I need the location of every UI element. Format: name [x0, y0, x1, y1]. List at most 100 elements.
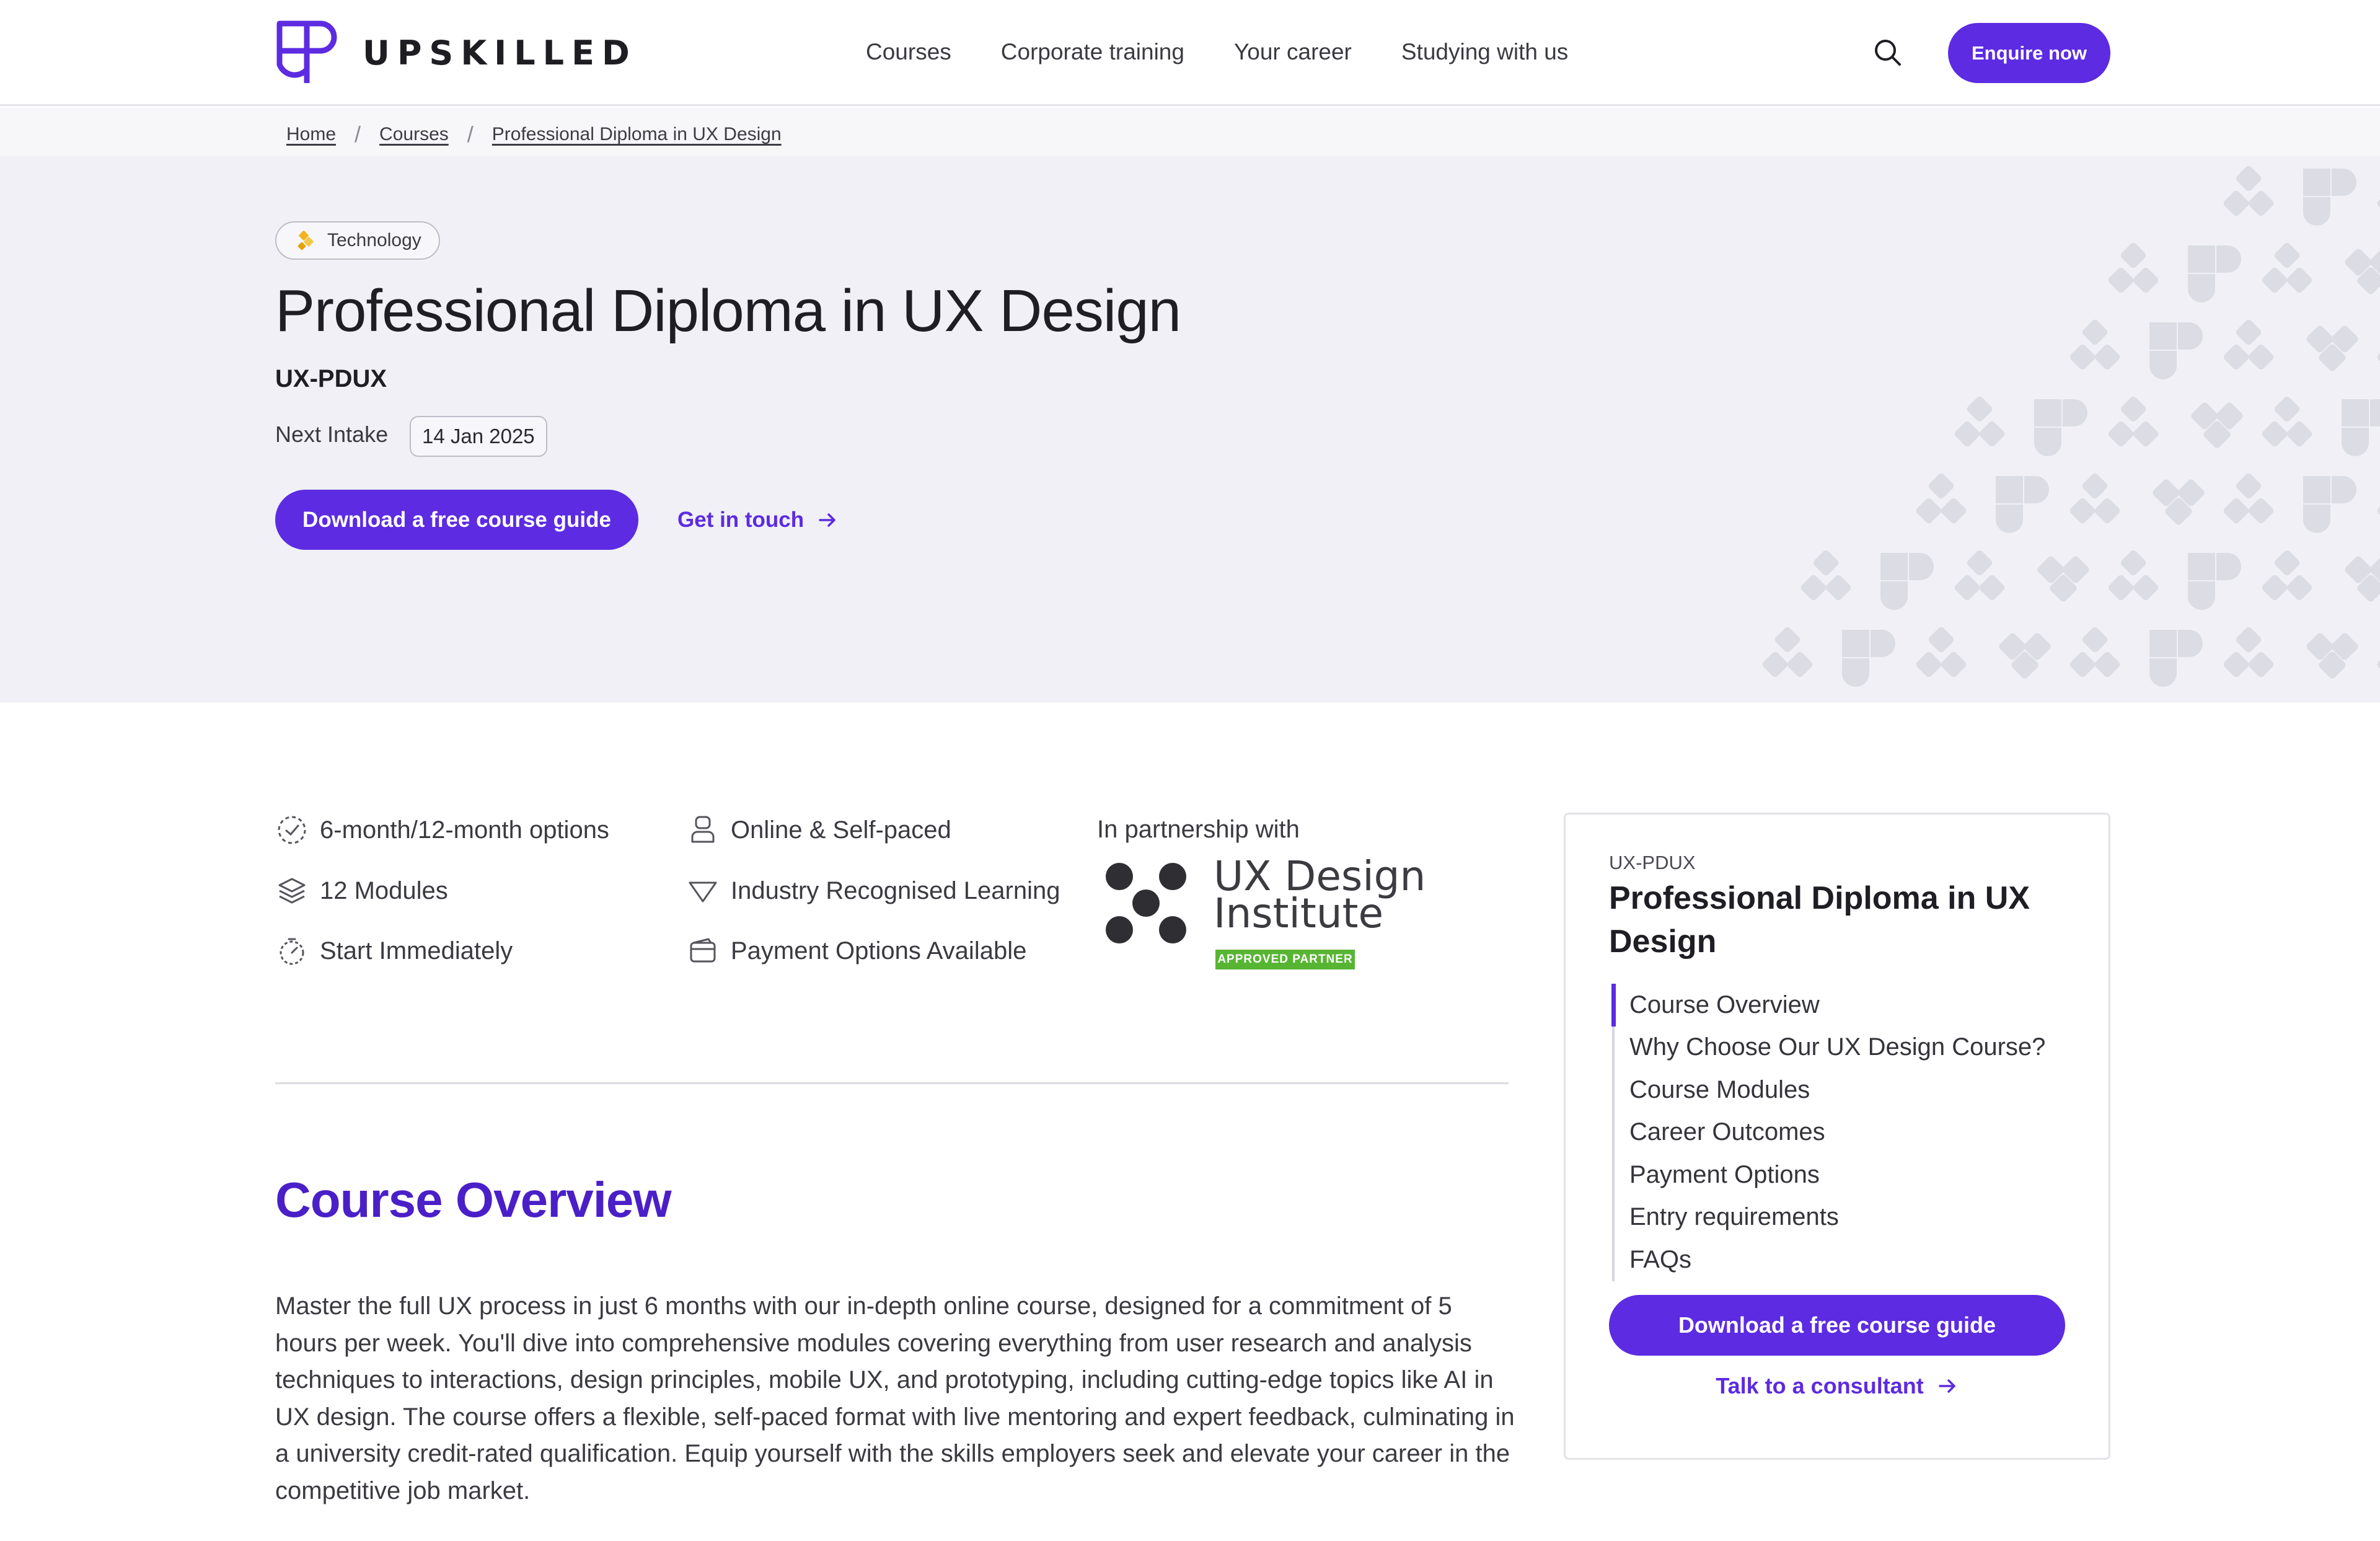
pattern-shape [2262, 396, 2312, 447]
pattern-shape [2034, 399, 2087, 457]
pattern-shape [1996, 476, 2049, 534]
pattern-shape [2149, 322, 2203, 380]
pattern-shape [2377, 344, 2380, 370]
upskilled-logo-icon [276, 20, 337, 83]
card-course-title: Professional Diploma in UX Design [1609, 880, 2030, 960]
card-course-code: UX-PDUX [1609, 852, 1696, 873]
pattern-shape [2108, 550, 2159, 601]
main-nav: Courses Corporate training Your career S… [866, 33, 1618, 71]
pattern-shape [2345, 249, 2380, 294]
technology-icon [298, 231, 314, 250]
arrow-right-icon [1938, 1379, 1955, 1393]
feature-payment: Payment Options Available [686, 934, 1026, 968]
course-code: UX-PDUX [275, 365, 387, 392]
pattern-shape [1954, 396, 2005, 447]
online-learner-icon [691, 816, 715, 843]
page-title: Professional Diploma in UX Design [275, 278, 1181, 344]
get-in-touch-link[interactable]: Get in touch [677, 505, 839, 536]
upskilled-logo[interactable]: UPSKILLED [275, 20, 637, 86]
pattern-shape [2377, 190, 2380, 216]
decorative-pattern [1762, 166, 2380, 687]
pattern-shape [2377, 498, 2380, 524]
toc-item-why-choose[interactable]: Why Choose Our UX Design Course? [1615, 1027, 2083, 1069]
timer-icon [280, 938, 304, 965]
shield-icon [689, 881, 717, 903]
pattern-shape [2342, 399, 2380, 457]
partner-name: UX Design Institute [1214, 856, 1426, 937]
toc-item-career-outcomes[interactable]: Career Outcomes [1615, 1111, 2083, 1154]
pattern-shape [2306, 633, 2358, 679]
nav-item-corporate-training[interactable]: Corporate training [1001, 39, 1184, 65]
pattern-shape [2188, 553, 2241, 611]
section-divider [275, 1082, 1509, 1084]
wallet-icon [690, 938, 716, 963]
brand-wordmark: UPSKILLED [363, 33, 637, 73]
feature-modules-label: 12 Modules [320, 876, 448, 904]
pattern-shape [1916, 473, 1967, 524]
enquire-now-button[interactable]: Enquire now [1948, 23, 2110, 83]
feature-recognised-label: Industry Recognised Learning [731, 876, 1060, 904]
talk-to-consultant-label: Talk to a consultant [1716, 1373, 1924, 1398]
breadcrumb-courses[interactable]: Courses [379, 124, 449, 145]
pattern-shape [1916, 627, 1967, 678]
next-intake-date: 14 Jan 2025 [410, 416, 547, 457]
course-overview-text: Master the full UX process in just 6 mon… [275, 1292, 1515, 1504]
pattern-shape [2149, 630, 2203, 687]
partner-label: In partnership with [1097, 816, 1300, 843]
site-header: UPSKILLED Courses Corporate training You… [0, 0, 2380, 106]
feature-duration-label: 6-month/12-month options [320, 816, 609, 844]
card-download-guide-button[interactable]: Download a free course guide [1609, 1295, 2065, 1356]
duration-icon [278, 816, 306, 844]
nav-item-courses[interactable]: Courses [866, 39, 951, 65]
feature-start: Start Immediately [275, 934, 513, 968]
pattern-shape [2306, 325, 2358, 371]
category-tag[interactable]: Technology [275, 221, 440, 260]
toc-item-entry-requirements[interactable]: Entry requirements [1615, 1196, 2083, 1239]
pattern-shape [2188, 245, 2241, 303]
pattern-shape [2108, 396, 2159, 447]
pattern-shape [2069, 319, 2120, 370]
breadcrumb-separator: / [467, 121, 474, 147]
arrow-right-icon [819, 513, 835, 527]
layers-icon [278, 878, 306, 904]
get-in-touch-label: Get in touch [677, 508, 804, 532]
nav-item-studying-with-us[interactable]: Studying with us [1401, 39, 1568, 65]
toc-item-course-overview[interactable]: Course Overview [1611, 984, 2083, 1027]
feature-duration: 6-month/12-month options [275, 813, 609, 847]
breadcrumb: Home / Courses / Professional Diploma in… [0, 108, 2380, 156]
toc-item-payment-options[interactable]: Payment Options [1615, 1154, 2083, 1196]
category-tag-label: Technology [327, 230, 421, 250]
nav-item-your-career[interactable]: Your career [1234, 39, 1352, 65]
course-summary-card: UX-PDUX Professional Diploma in UX Desig… [1564, 813, 2110, 1460]
next-intake-label: Next Intake [275, 422, 389, 447]
pattern-shape [2223, 473, 2274, 524]
feature-recognised: Industry Recognised Learning [686, 874, 1060, 907]
feature-payment-label: Payment Options Available [731, 937, 1027, 965]
pattern-shape [2303, 169, 2356, 226]
breadcrumb-current[interactable]: Professional Diploma in UX Design [492, 124, 782, 145]
pattern-shape [1954, 550, 2005, 601]
pattern-shape [1842, 630, 1895, 687]
partner-name-line-2: Institute [1214, 890, 1384, 937]
pattern-shape [2377, 651, 2380, 678]
pattern-shape [1880, 553, 1934, 611]
download-course-guide-button[interactable]: Download a free course guide [275, 490, 638, 550]
search-icon[interactable] [1872, 37, 1903, 68]
feature-modules: 12 Modules [275, 874, 448, 907]
toc-item-faqs[interactable]: FAQs [1615, 1239, 2083, 1281]
pattern-shape [2345, 556, 2380, 602]
breadcrumb-separator: / [355, 121, 361, 147]
pattern-shape [2108, 242, 2159, 293]
pattern-shape [1800, 550, 1851, 601]
feature-online-label: Online & Self-paced [731, 816, 951, 844]
pattern-shape [2262, 550, 2312, 601]
toc-item-course-modules[interactable]: Course Modules [1615, 1069, 2083, 1111]
pattern-shape [1999, 633, 2051, 679]
breadcrumb-home[interactable]: Home [286, 124, 336, 145]
pattern-shape [2153, 479, 2205, 525]
table-of-contents: Course Overview Why Choose Our UX Design… [1611, 984, 2083, 1281]
pattern-shape [2037, 556, 2089, 602]
pattern-shape [1762, 627, 1813, 678]
pattern-shape [2069, 473, 2120, 524]
talk-to-consultant-link[interactable]: Talk to a consultant [1609, 1371, 2065, 1402]
